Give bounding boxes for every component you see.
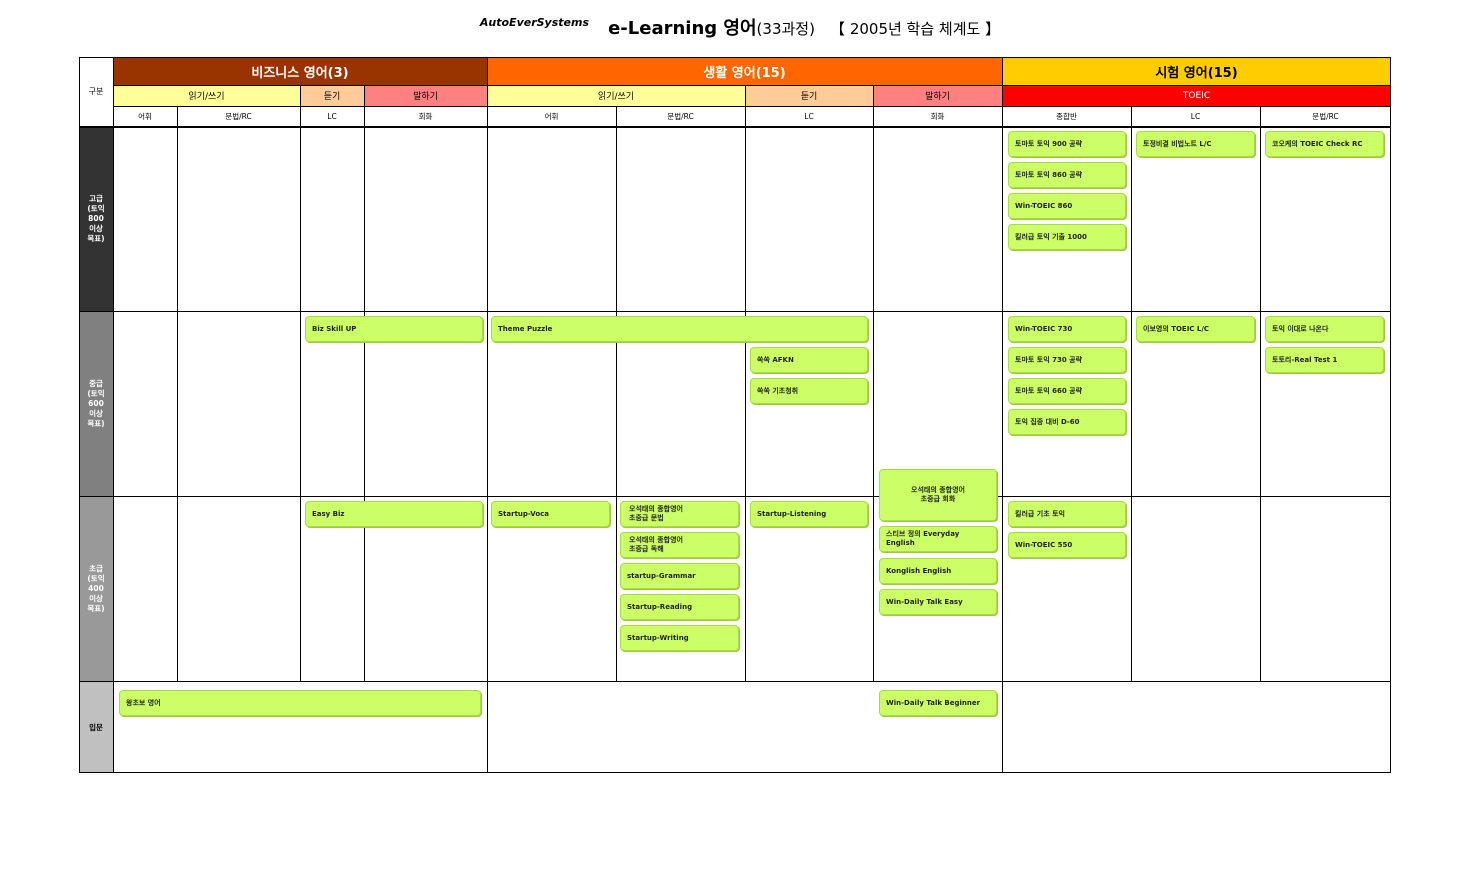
page-header: AutoEverSystems e-Learning 영어(33과정) 【 20… bbox=[0, 14, 1480, 40]
divider bbox=[79, 772, 1391, 773]
page-title: e-Learning 영어 bbox=[608, 18, 757, 39]
divider bbox=[113, 106, 1391, 107]
course-box[interactable]: Startup-Listening bbox=[750, 501, 868, 527]
course-box[interactable]: 쏙쏙 AFKN bbox=[750, 347, 868, 373]
course-box[interactable]: 오석태의 종합영어 초중급 회화 bbox=[879, 469, 997, 521]
divider bbox=[745, 85, 746, 106]
course-box[interactable]: 오석태의 종합영어 초중급 독해 bbox=[620, 532, 739, 558]
divider bbox=[79, 496, 1391, 497]
course-box[interactable]: 토마토 토익 900 공략 bbox=[1008, 131, 1126, 157]
course-box[interactable]: 토익 이대로 나온다 bbox=[1265, 316, 1384, 342]
course-box[interactable]: 쏙쏙 기초청취 bbox=[750, 378, 868, 404]
course-box[interactable]: 왕초보 영어 bbox=[119, 690, 481, 716]
page-subtitle: 【 2005년 학습 체계도 】 bbox=[830, 20, 1001, 38]
course-box[interactable]: Startup-Reading bbox=[620, 594, 739, 620]
course-box[interactable]: 토마토 토익 730 공략 bbox=[1008, 347, 1126, 373]
divider bbox=[616, 106, 617, 681]
course-box[interactable]: startup-Grammar bbox=[620, 563, 739, 589]
course-count: (33과정) bbox=[756, 20, 815, 38]
divider bbox=[79, 311, 1391, 312]
course-box[interactable]: Startup-Writing bbox=[620, 625, 739, 651]
curriculum-table: 비즈니스 영어(3) 생활 영어(15) 시험 영어(15) 읽기/쓰기 듣기 … bbox=[79, 57, 1391, 773]
divider bbox=[1002, 57, 1003, 773]
divider bbox=[487, 57, 488, 773]
course-box[interactable]: Win-TOEIC 550 bbox=[1008, 532, 1126, 558]
course-box[interactable]: 오석태의 종합영어 초중급 문법 bbox=[620, 501, 739, 527]
course-box[interactable]: 이보영의 TOEIC L/C bbox=[1136, 316, 1255, 342]
divider bbox=[177, 106, 178, 681]
course-box[interactable]: Startup-Voca bbox=[491, 501, 610, 527]
divider bbox=[364, 106, 365, 681]
divider bbox=[873, 106, 874, 681]
divider bbox=[79, 681, 1391, 682]
course-box[interactable]: Theme Puzzle bbox=[491, 316, 868, 342]
divider bbox=[300, 106, 301, 681]
course-box[interactable]: 토마토 토익 660 공략 bbox=[1008, 378, 1126, 404]
divider bbox=[113, 85, 1391, 86]
divider bbox=[873, 85, 874, 106]
divider bbox=[364, 85, 365, 106]
course-box[interactable]: 킬러급 기초 토익 bbox=[1008, 501, 1126, 527]
course-box[interactable]: 킬러급 토익 기출 1000 bbox=[1008, 224, 1126, 250]
course-box[interactable]: 토마토 토익 860 공략 bbox=[1008, 162, 1126, 188]
divider bbox=[113, 57, 114, 773]
company-name: AutoEverSystems bbox=[479, 16, 589, 29]
divider bbox=[79, 126, 1391, 128]
course-box[interactable]: 스티브 정의 Everyday English bbox=[879, 526, 997, 552]
table-border bbox=[79, 57, 1391, 773]
course-box[interactable]: 토정비결 비법노트 L/C bbox=[1136, 131, 1255, 157]
course-box[interactable]: Win-TOEIC 860 bbox=[1008, 193, 1126, 219]
divider bbox=[300, 85, 301, 106]
course-box[interactable]: Konglish English bbox=[879, 558, 997, 584]
course-box[interactable]: Win-Daily Talk Easy bbox=[879, 589, 997, 615]
course-box[interactable]: 코오케의 TOEIC Check RC bbox=[1265, 131, 1384, 157]
course-box[interactable]: Biz Skill UP bbox=[305, 316, 483, 342]
divider bbox=[1260, 106, 1261, 681]
divider bbox=[745, 106, 746, 681]
course-box[interactable]: Easy Biz bbox=[305, 501, 483, 527]
course-box[interactable]: 토토리-Real Test 1 bbox=[1265, 347, 1384, 373]
divider bbox=[1131, 106, 1132, 681]
course-box[interactable]: Win-Daily Talk Beginner bbox=[879, 690, 997, 716]
course-box[interactable]: 토익 집중 대비 D-60 bbox=[1008, 409, 1126, 435]
course-box[interactable]: Win-TOEIC 730 bbox=[1008, 316, 1126, 342]
